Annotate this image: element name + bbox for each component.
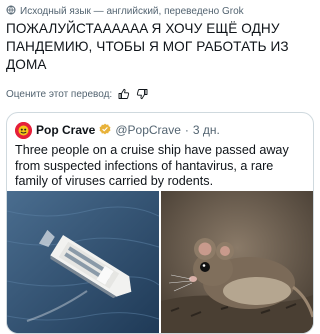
translation-note: Исходный язык — английский, переведено G… [20,5,244,17]
separator-dot: · [184,123,189,137]
cruise-ship-photo[interactable] [7,191,159,333]
rating-label: Оцените этот перевод: [6,88,113,100]
thumbs-down-icon[interactable] [136,88,148,100]
media-grid [7,191,313,333]
mouse-photo[interactable] [161,191,313,333]
post-text: ПОЖАЛУЙСТААААAA Я ХОЧУ ЕЩЁ ОДНУ ПАНДЕМИЮ… [6,21,289,72]
quoted-post-header: Pop Crave @PopCrave · 3 дн. [15,121,220,139]
quoted-post-text: Three people on a cruise ship have passe… [15,143,289,188]
post-time[interactable]: 3 дн. [193,123,220,137]
quoted-post[interactable]: Pop Crave @PopCrave · 3 дн. Three people… [6,112,314,334]
verified-badge-icon [99,123,111,138]
translation-notice: Исходный язык — английский, переведено G… [6,4,244,18]
avatar[interactable] [15,121,32,139]
globe-icon [6,5,16,18]
translation-rating: Оцените этот перевод: [6,87,148,101]
thumbs-up-icon[interactable] [118,88,130,100]
author-name[interactable]: Pop Crave [36,123,95,137]
author-handle[interactable]: @PopCrave [115,123,181,137]
